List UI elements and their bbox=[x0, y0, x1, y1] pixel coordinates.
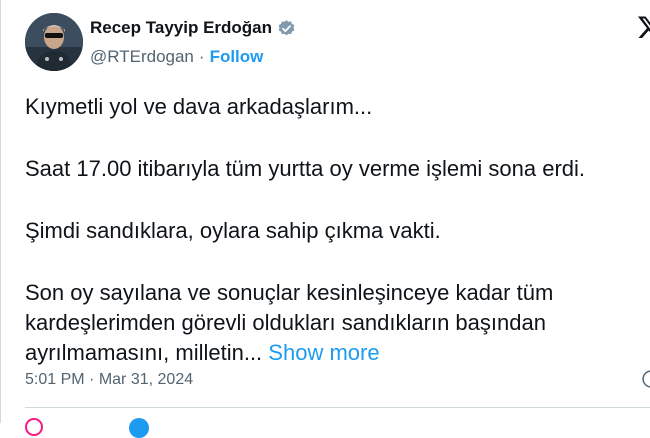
tweet-paragraph-line: ayrılmamasını, milletin... Show more bbox=[25, 338, 650, 368]
x-logo-icon[interactable] bbox=[637, 14, 650, 40]
handle-separator: · bbox=[198, 47, 205, 66]
tweet-paragraph: Saat 17.00 itibarıyla tüm yurtta oy verm… bbox=[25, 156, 586, 181]
divider bbox=[25, 407, 650, 408]
timestamp-separator: · bbox=[89, 371, 95, 388]
author-handle[interactable]: @RTErdogan bbox=[90, 47, 194, 67]
tweet-paragraph: Kıymetli yol ve dava arkadaşlarım... bbox=[25, 94, 373, 119]
author-handle-row: @RTErdogan · Follow bbox=[90, 47, 263, 67]
tweet-embed-card: Recep Tayyip Erdoğan @RTErdogan · Follow… bbox=[0, 0, 650, 438]
tweet-paragraph: Şimdi sandıklara, oylara sahip çıkma vak… bbox=[25, 218, 441, 243]
author-name-row: Recep Tayyip Erdoğan bbox=[90, 18, 296, 38]
tweet-paragraph-line: Son oy sayılana ve sonuçlar kesinleşince… bbox=[25, 280, 554, 305]
follow-button[interactable]: Follow bbox=[210, 47, 264, 67]
info-icon[interactable] bbox=[641, 369, 650, 389]
tweet-truncated-text: ayrılmamasını, milletin... bbox=[25, 340, 263, 365]
tweet-date: Mar 31, 2024 bbox=[98, 371, 194, 388]
show-more-link[interactable]: Show more bbox=[268, 340, 379, 365]
tweet-actions-row bbox=[25, 416, 645, 438]
avatar-image bbox=[25, 13, 83, 71]
heart-icon[interactable] bbox=[25, 418, 43, 436]
verified-badge-icon bbox=[277, 19, 296, 38]
tweet-timestamp[interactable]: 5:01 PM · Mar 31, 2024 bbox=[25, 371, 193, 389]
tweet-time: 5:01 PM bbox=[25, 371, 85, 388]
reply-icon[interactable] bbox=[129, 418, 149, 438]
tweet-text: Kıymetli yol ve dava arkadaşlarım... Saa… bbox=[25, 92, 650, 368]
tweet-paragraph-line: kardeşlerimden görevli oldukları sandıkl… bbox=[25, 310, 546, 335]
author-display-name[interactable]: Recep Tayyip Erdoğan bbox=[90, 18, 272, 38]
avatar[interactable] bbox=[25, 13, 83, 71]
